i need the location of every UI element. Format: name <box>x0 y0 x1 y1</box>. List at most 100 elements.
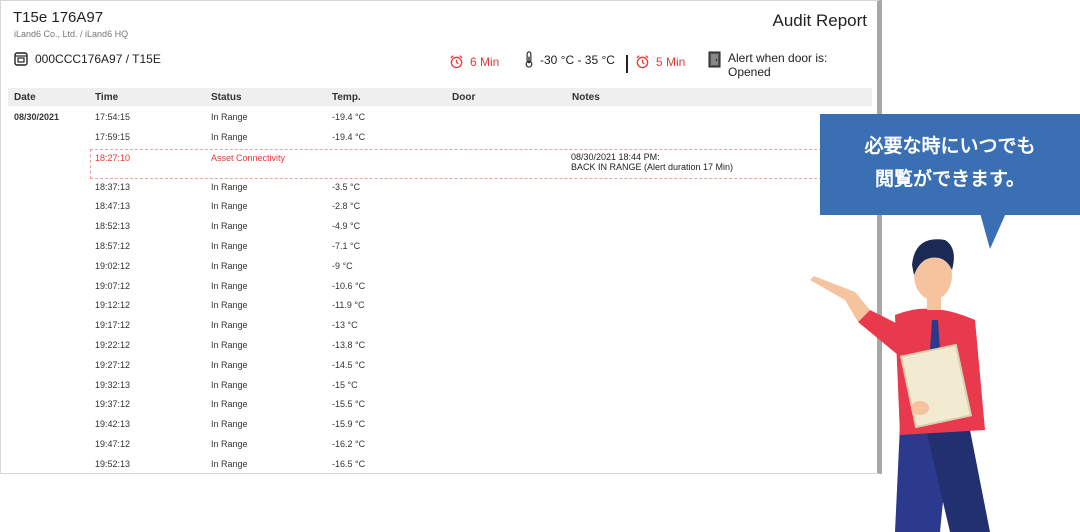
device-title: T15e 176A97 <box>13 9 104 26</box>
cell-status: In Range <box>211 280 248 291</box>
metric-divider <box>626 55 628 73</box>
cell-status: In Range <box>211 419 248 430</box>
cell-time: 18:27:10 <box>95 152 131 163</box>
table-row: 19:47:12 In Range -16.2 °C <box>1 436 877 456</box>
table-row: 19:42:13 In Range -15.9 °C <box>1 416 877 436</box>
device-id: 000CCC176A97 / T15E <box>35 52 161 66</box>
cell-time: 19:37:12 <box>95 399 131 410</box>
cell-status: In Range <box>211 300 248 311</box>
audit-report-panel: T15e 176A97 iLand6 Co., Ltd. / iLand6 HQ… <box>0 0 882 474</box>
cell-temp: -13.8 °C <box>332 339 366 350</box>
cell-time: 19:22:12 <box>95 339 131 350</box>
alarm-clock-icon <box>636 55 649 69</box>
cell-temp: -2.8 °C <box>332 201 361 212</box>
temp-range: -30 °C - 35 °C <box>524 51 615 68</box>
cell-status: In Range <box>211 379 248 390</box>
table-row: 19:07:12 In Range -10.6 °C <box>1 278 877 298</box>
table-row: 18:57:12 In Range -7.1 °C <box>1 238 877 258</box>
cell-time: 19:17:12 <box>95 320 131 331</box>
device-icon <box>14 52 28 66</box>
door-alert: Alert when door is: Opened <box>708 51 843 79</box>
alarm-delay-2: 5 Min <box>635 54 685 69</box>
report-title: Audit Report <box>772 11 868 30</box>
table-row: 18:52:13 In Range -4.9 °C <box>1 218 877 238</box>
col-status: Status <box>211 92 242 103</box>
cell-status: In Range <box>211 399 248 410</box>
table-row: 19:12:12 In Range -11.9 °C <box>1 297 877 317</box>
door-alert-text: Alert when door is: Opened <box>728 51 828 79</box>
cell-temp: -15.9 °C <box>332 419 366 430</box>
cell-time: 18:37:13 <box>95 181 131 192</box>
cell-time: 19:02:12 <box>95 260 131 271</box>
cell-temp: -15.5 °C <box>332 399 366 410</box>
cell-status: In Range <box>211 359 248 370</box>
alarm-clock-icon <box>450 55 463 69</box>
table-row: 18:47:13 In Range -2.8 °C <box>1 198 877 218</box>
col-door: Door <box>452 92 476 103</box>
table-row: 19:32:13 In Range -15 °C <box>1 377 877 397</box>
col-date: Date <box>14 92 36 103</box>
col-notes: Notes <box>572 92 600 103</box>
table-header: Date Time Status Temp. Door Notes <box>8 88 872 106</box>
col-time: Time <box>95 92 119 103</box>
table-row: 19:52:13 In Range -16.5 °C <box>1 456 877 473</box>
cell-status: In Range <box>211 260 248 271</box>
presenter-illustration <box>810 239 990 532</box>
cell-status: In Range <box>211 131 248 142</box>
cell-time: 19:52:13 <box>95 458 131 469</box>
alarm-delay-1-value: 6 Min <box>470 54 500 69</box>
cell-temp: -15 °C <box>332 379 358 390</box>
cell-status: In Range <box>211 320 248 331</box>
thermometer-icon <box>525 51 533 68</box>
cell-temp: -16.5 °C <box>332 458 366 469</box>
cell-time: 19:12:12 <box>95 300 131 311</box>
table-row: 19:22:12 In Range -13.8 °C <box>1 337 877 357</box>
cell-status: In Range <box>211 458 248 469</box>
cell-time: 18:52:13 <box>95 221 131 232</box>
callout-line-2: 閲覧ができます。 <box>874 169 1026 190</box>
cell-temp: -7.1 °C <box>332 240 361 251</box>
table-row: 17:59:15 In Range -19.4 °C <box>1 129 877 149</box>
device-id-row: 000CCC176A97 / T15E <box>14 52 161 66</box>
speech-callout: 必要な時にいつでも 閲覧ができます。 <box>820 114 1080 249</box>
cell-status: In Range <box>211 339 248 350</box>
table-row: 19:27:12 In Range -14.5 °C <box>1 357 877 377</box>
cell-temp: -16.2 °C <box>332 438 366 449</box>
cell-status: In Range <box>211 112 248 122</box>
cell-temp: -19.4 °C <box>332 112 366 122</box>
cell-status: In Range <box>211 201 248 212</box>
cell-temp: -10.6 °C <box>332 280 366 291</box>
notes-line-2: BACK IN RANGE (Alert duration 17 Min) <box>571 161 734 172</box>
col-temp: Temp. <box>332 92 361 103</box>
cell-time: 18:47:13 <box>95 201 131 212</box>
cell-time: 19:27:12 <box>95 359 131 370</box>
cell-time: 19:07:12 <box>95 280 131 291</box>
cell-status: In Range <box>211 221 248 232</box>
cell-temp: -3.5 °C <box>332 181 361 192</box>
cell-time: 18:57:12 <box>95 240 131 251</box>
table-row-alert: 18:27:10 Asset Connectivity 08/30/2021 18:… <box>90 148 877 179</box>
alarm-delay-1: 6 Min <box>449 54 499 69</box>
cell-temp: -11.9 °C <box>332 300 365 311</box>
table-body: 08/30/2021 17:54:15 In Range -19.4 °C 17:59:… <box>1 109 877 473</box>
temp-range-value: -30 °C - 35 °C <box>540 52 615 67</box>
cell-time: 19:32:13 <box>95 379 131 390</box>
cell-temp: -19.4 °C <box>332 131 366 142</box>
table-row: 19:37:12 In Range -15.5 °C <box>1 396 877 416</box>
callout-line-1: 必要な時にいつでも <box>864 136 1036 157</box>
cell-time: 17:59:15 <box>95 131 131 142</box>
cell-notes: 08/30/2021 18:44 PM: BACK IN RANGE (Alert… <box>571 152 733 172</box>
cell-status: In Range <box>211 438 248 449</box>
cell-status: In Range <box>211 181 248 192</box>
cell-time: 17:54:15 <box>95 112 131 122</box>
notes-line-1: 08/30/2021 18:44 PM: <box>571 151 660 162</box>
company-breadcrumb: iLand6 Co., Ltd. / iLand6 HQ <box>14 29 129 39</box>
door-icon <box>708 51 721 68</box>
cell-temp: -13 °C <box>332 320 358 331</box>
cell-temp: -9 °C <box>332 260 353 271</box>
table-row: 19:17:12 In Range -13 °C <box>1 317 877 337</box>
alarm-delay-2-value: 5 Min <box>656 54 686 69</box>
cell-status: In Range <box>211 240 248 251</box>
cell-status: Asset Connectivity <box>211 152 286 163</box>
cell-temp: -14.5 °C <box>332 359 366 370</box>
